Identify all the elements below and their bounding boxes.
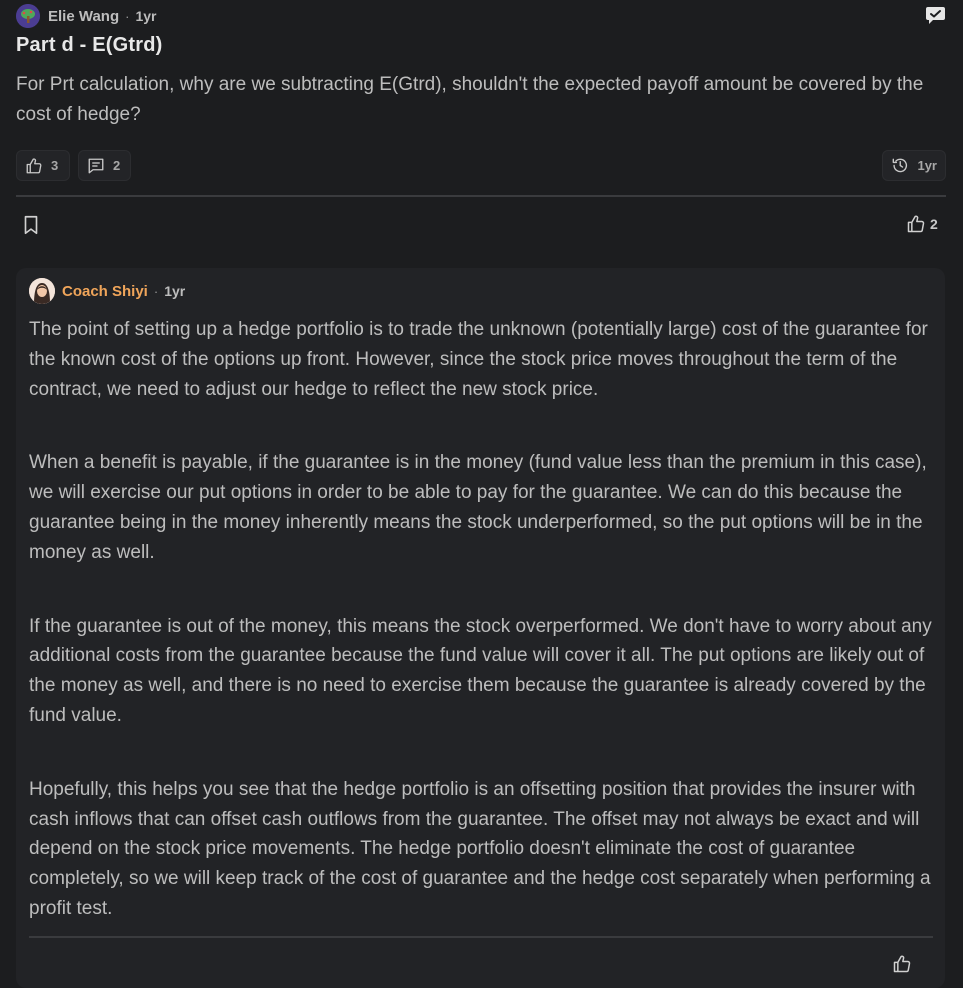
person-avatar-icon: [29, 278, 55, 304]
reply-paragraph: If the guarantee is out of the money, th…: [29, 615, 932, 726]
bookmark-icon[interactable]: [20, 214, 42, 236]
reply-paragraph: When a benefit is payable, if the guaran…: [29, 452, 927, 563]
post-title: Part d - E(Gtrd): [16, 34, 163, 56]
divider: [16, 195, 946, 197]
thumbs-up-icon: [26, 157, 42, 173]
thumbs-up-icon: [907, 215, 925, 233]
separator-dot: ·: [125, 8, 130, 24]
tree-avatar-icon: [16, 4, 40, 28]
history-time: 1yr: [917, 158, 937, 173]
question-post: Elie Wang · 1yr Part d - E(Gtrd) For Prt…: [0, 0, 963, 252]
reply-paragraph: The point of setting up a hedge portfoli…: [29, 319, 928, 400]
comment-icon: [88, 158, 104, 173]
chat-check-icon[interactable]: [925, 6, 946, 25]
reply-author-name[interactable]: Coach Shiyi: [62, 283, 148, 300]
post-time: 1yr: [135, 8, 157, 24]
thumbs-up-icon[interactable]: [892, 954, 912, 974]
post-author-name[interactable]: Elie Wang: [48, 8, 119, 25]
separator-dot: ·: [153, 283, 159, 299]
author-avatar[interactable]: [16, 4, 40, 28]
comment-count: 2: [113, 158, 121, 173]
divider: [29, 936, 933, 938]
coach-reply-card: Coach Shiyi · 1yr The point of setting u…: [16, 268, 945, 988]
reply-time: 1yr: [164, 283, 186, 299]
comments-button[interactable]: 2: [78, 150, 131, 181]
total-likes[interactable]: 2: [906, 214, 938, 234]
reply-author-row: Coach Shiyi · 1yr: [29, 278, 185, 304]
like-button[interactable]: 3: [16, 150, 70, 181]
reply-body: The point of setting up a hedge portfoli…: [29, 315, 934, 968]
post-author-row: Elie Wang · 1yr: [16, 4, 157, 28]
history-button[interactable]: 1yr: [882, 150, 946, 181]
post-body: For Prt calculation, why are we subtract…: [16, 74, 924, 125]
reply-paragraph: Hopefully, this helps you see that the h…: [29, 778, 931, 919]
history-icon: [892, 158, 908, 173]
like-count: 3: [51, 158, 59, 173]
coach-avatar[interactable]: [29, 278, 55, 304]
total-like-count: 2: [930, 216, 938, 232]
